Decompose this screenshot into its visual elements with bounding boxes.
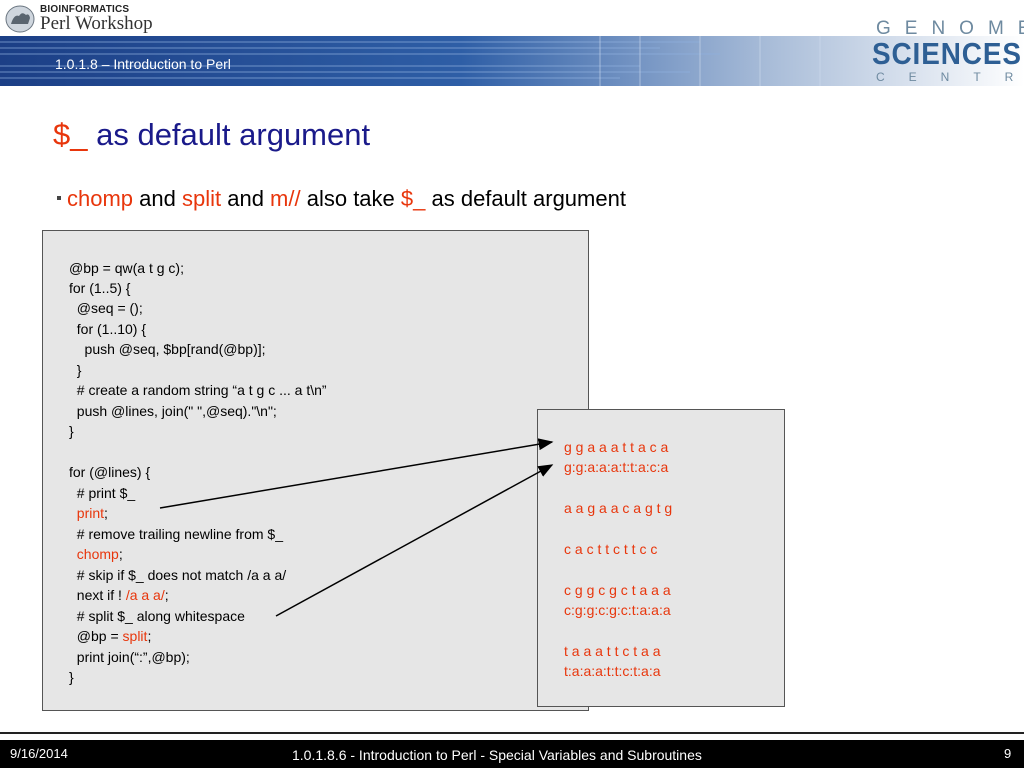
gsc-logo-sciences: SCIENCES xyxy=(872,36,1022,71)
code-line: print join(“:”,@bp); xyxy=(69,649,190,665)
bullet-match: m// xyxy=(270,186,301,211)
bullet-tail: as default argument xyxy=(425,186,626,211)
workshop-logo: BIOINFORMATICS Perl Workshop xyxy=(4,2,164,38)
code-comment: # skip if $_ does not match /a a a/ xyxy=(69,567,287,583)
output-line: g:g:a:a:a:t:t:a:c:a xyxy=(564,459,669,475)
code-line: @bp = split; xyxy=(69,627,152,645)
code-chomp-keyword: chomp xyxy=(69,546,119,562)
code-line: chomp; xyxy=(69,545,123,563)
code-line: for (@lines) { xyxy=(69,464,151,480)
bullet-and-2: and xyxy=(221,186,271,211)
code-print-keyword: print xyxy=(69,505,105,521)
code-line: @bp = qw(a t g c); xyxy=(69,260,184,276)
code-semicolon: ; xyxy=(104,505,108,521)
bullet-default-var: $_ xyxy=(400,186,426,211)
code-semicolon: ; xyxy=(118,546,123,562)
code-line: for (1..10) { xyxy=(69,321,147,337)
title-variable: $_ xyxy=(53,117,88,152)
code-line: for (1..5) { xyxy=(69,280,131,296)
footer-date: 9/16/2014 xyxy=(10,746,68,761)
output-line: t:a:a:a:t:t:c:t:a:a xyxy=(564,663,661,679)
output-line: g g a a a t t a c a xyxy=(564,439,669,455)
code-line: next if ! /a a a/; xyxy=(69,586,169,604)
bullet-also-take: also take xyxy=(300,186,401,211)
code-split-keyword: split xyxy=(122,628,148,644)
output-line: c g g c g c t a a a xyxy=(564,582,671,598)
footer-title: 1.0.1.8.6 - Introduction to Perl - Speci… xyxy=(292,747,702,763)
footer-divider xyxy=(0,732,1024,734)
code-line: } xyxy=(69,362,82,378)
code-line: push @seq, $bp[rand(@bp)]; xyxy=(69,341,266,357)
title-text: as default argument xyxy=(87,117,371,152)
slide-title: $_ as default argument xyxy=(53,117,370,153)
gsc-logo-centre: CENTRE xyxy=(876,70,1024,84)
code-box: @bp = qw(a t g c); for (1..5) { @seq = (… xyxy=(42,230,589,711)
code-comment: # remove trailing newline from $_ xyxy=(69,526,283,542)
code-line: @seq = (); xyxy=(69,300,143,316)
page-number: 9 xyxy=(1004,746,1012,761)
code-comment: # print $_ xyxy=(69,485,136,501)
code-comment: # split $_ along whitespace xyxy=(69,608,245,624)
bullet-point: chomp and split and m// also take $_ as … xyxy=(67,186,626,212)
logo-workshop-text: Perl Workshop xyxy=(40,13,153,34)
bullet-and-1: and xyxy=(133,186,182,211)
header-subtitle: 1.0.1.8 – Introduction to Perl xyxy=(55,56,231,72)
bullet-marker xyxy=(57,196,61,200)
output-box: g g a a a t t a c a g:g:a:a:a:t:t:a:c:a … xyxy=(537,409,785,707)
code-line: print; xyxy=(69,504,108,522)
bullet-chomp: chomp xyxy=(67,186,134,211)
code-regex: /a a a/ xyxy=(125,587,165,603)
code-line: } xyxy=(69,423,74,439)
code-line: } xyxy=(69,669,74,685)
bullet-split: split xyxy=(181,186,222,211)
output-line: a a g a a c a g t g xyxy=(564,500,673,516)
code-next-if: next if ! xyxy=(69,587,126,603)
code-comment: # create a random string “a t g c ... a … xyxy=(69,382,327,398)
code-assign: @bp = xyxy=(69,628,123,644)
code-line: push @lines, join(" ",@seq)."\n"; xyxy=(69,403,277,419)
output-line: t a a a t t c t a a xyxy=(564,643,661,659)
code-semicolon: ; xyxy=(147,628,152,644)
output-line: c a c t t c t t c c xyxy=(564,541,658,557)
camel-logo-icon xyxy=(5,5,35,33)
footer-bar: 9/16/2014 1.0.1.8.6 - Introduction to Pe… xyxy=(0,740,1024,768)
header-banner: BIOINFORMATICS Perl Workshop 1.0.1.8 – I… xyxy=(0,0,1024,100)
code-semicolon: ; xyxy=(164,587,169,603)
output-line: c:g:g:c:g:c:t:a:a:a xyxy=(564,602,671,618)
